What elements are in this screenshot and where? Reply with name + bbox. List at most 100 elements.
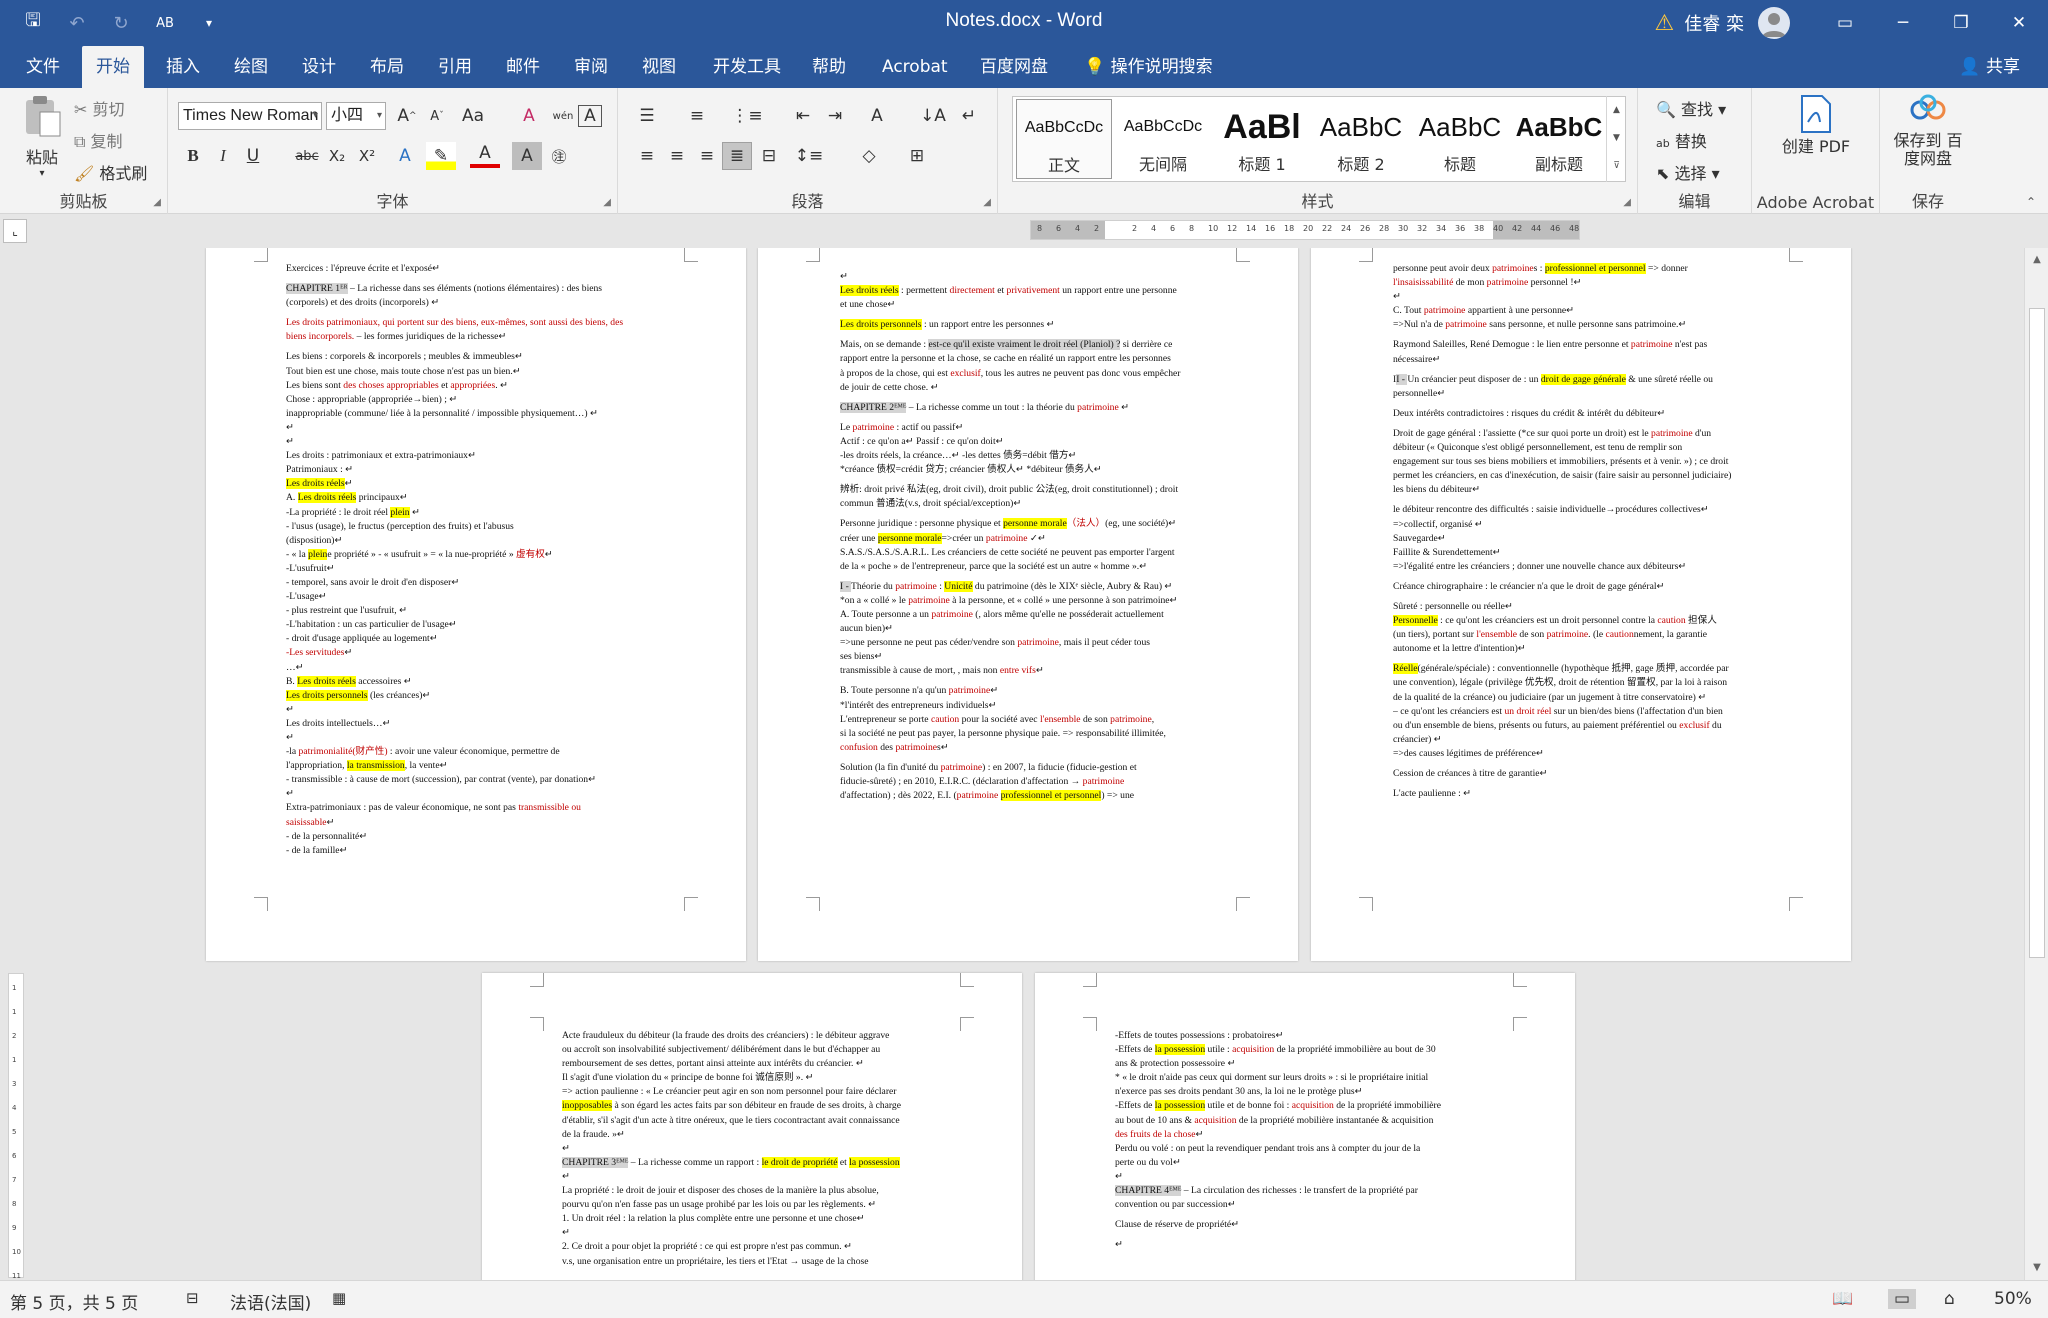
text-line[interactable]: créancier) ↵ bbox=[1393, 733, 1779, 747]
tab-mailings[interactable]: 邮件 bbox=[492, 46, 554, 88]
borders-icon[interactable]: ⊞ bbox=[902, 142, 932, 170]
language[interactable]: 法语(法国) bbox=[230, 1289, 311, 1314]
text-line[interactable]: fiducie-sûreté) ; en 2010, E.I.R.C. (déc… bbox=[840, 775, 1224, 789]
tab-draw[interactable]: 绘图 bbox=[220, 46, 282, 88]
text-line[interactable]: Cession de créances à titre de garantie↵ bbox=[1393, 767, 1779, 781]
style-normal[interactable]: AaBbCcDc 正文 bbox=[1016, 99, 1112, 179]
text-line[interactable]: des fruits de la chose↵ bbox=[1115, 1128, 1499, 1142]
show-marks-icon[interactable]: ↵ bbox=[954, 102, 984, 130]
text-line[interactable]: ↵ bbox=[562, 1226, 944, 1240]
clear-format-icon[interactable]: A bbox=[514, 102, 544, 130]
tab-design[interactable]: 设计 bbox=[288, 46, 350, 88]
character-shading-icon[interactable]: A bbox=[512, 142, 542, 170]
scroll-down-icon[interactable]: ▼ bbox=[2025, 1258, 2048, 1278]
text-line[interactable]: inappropriable (commune/ liée à la perso… bbox=[286, 407, 666, 421]
page-4[interactable]: Acte frauduleux du débiteur (la fraude d… bbox=[482, 973, 1022, 1280]
scroll-up-icon[interactable]: ▲ bbox=[2025, 250, 2048, 270]
tab-developer[interactable]: 开发工具 bbox=[699, 46, 795, 88]
user-name[interactable]: 佳睿 栾 bbox=[1684, 10, 1744, 36]
text-line[interactable]: =>des causes légitimes de préférence↵ bbox=[1393, 747, 1779, 761]
dialog-launcher-icon[interactable]: ◢ bbox=[1623, 197, 1631, 208]
text-line[interactable]: => action paulienne : « Le créancier peu… bbox=[562, 1085, 944, 1099]
style-heading-2[interactable]: AaBbC 标题 2 bbox=[1313, 99, 1409, 179]
avatar[interactable] bbox=[1758, 7, 1790, 39]
text-line[interactable]: I - Théorie du patrimoine : Unicité du p… bbox=[840, 580, 1224, 594]
text-line[interactable]: Les droits : patrimoniaux et extra-patri… bbox=[286, 449, 666, 463]
shading-icon[interactable]: ◇ bbox=[854, 142, 884, 170]
text-line[interactable]: à propos de la chose, qui est exclusif, … bbox=[840, 367, 1224, 381]
text-line[interactable]: et une chose↵ bbox=[840, 298, 1224, 312]
text-line[interactable]: (un tiers), portant sur l'ensemble de so… bbox=[1393, 628, 1779, 642]
style-subtitle[interactable]: AaBbC 副标题 bbox=[1511, 99, 1607, 179]
text-line[interactable]: Tout bien est une chose, mais toute chos… bbox=[286, 365, 666, 379]
text-line[interactable]: ↵ bbox=[286, 421, 666, 435]
text-line[interactable]: Créance chirographaire : le créancier n'… bbox=[1393, 580, 1779, 594]
text-line[interactable]: Clause de réserve de propriété↵ bbox=[1115, 1218, 1499, 1232]
text-line[interactable]: perte ou du vol↵ bbox=[1115, 1156, 1499, 1170]
text-line[interactable]: ↵ bbox=[562, 1142, 944, 1156]
strikethrough-icon[interactable]: abc bbox=[292, 142, 322, 170]
chevron-down-icon[interactable]: ▼ bbox=[1607, 124, 1626, 152]
numbering-icon[interactable]: ≡ bbox=[682, 102, 712, 130]
scroll-thumb[interactable] bbox=[2029, 308, 2045, 958]
shrink-font-icon[interactable]: Aˇ bbox=[422, 102, 452, 130]
cut-button[interactable]: ✂ 剪切 bbox=[74, 96, 125, 120]
text-line[interactable]: Sauvegarde↵ bbox=[1393, 532, 1779, 546]
text-line[interactable]: -L'usufruit↵ bbox=[286, 562, 666, 576]
text-line[interactable]: v.s, une organisation entre un propriéta… bbox=[562, 1255, 944, 1269]
font-name-combo[interactable]: Times New Roman ▾ bbox=[178, 102, 322, 130]
find-button[interactable]: 🔍 查找 ▾ bbox=[1656, 96, 1726, 120]
text-line[interactable]: Les droits patrimoniaux, qui portent sur… bbox=[286, 316, 666, 330]
tab-acrobat[interactable]: Acrobat bbox=[868, 46, 962, 88]
text-line[interactable]: CHAPITRE 2ᴱᴹᴱ – La richesse comme un tou… bbox=[840, 401, 1224, 415]
text-line[interactable]: ses biens↵ bbox=[840, 650, 1224, 664]
text-line[interactable]: * « le droit n'aide pas ceux qui dorment… bbox=[1115, 1071, 1499, 1085]
bullets-icon[interactable]: ☰ bbox=[632, 102, 662, 130]
text-line[interactable]: - « la pleine propriété » - « usufruit »… bbox=[286, 548, 666, 562]
text-line[interactable]: ↵ bbox=[286, 731, 666, 745]
text-line[interactable]: - droit d'usage appliquée au logement↵ bbox=[286, 632, 666, 646]
text-line[interactable]: permet les créanciers, en cas d'inexécut… bbox=[1393, 469, 1779, 483]
text-line[interactable]: – ce qu'ont les créanciers est un droit … bbox=[1393, 705, 1779, 719]
text-line[interactable]: Le patrimoine : actif ou passif↵ bbox=[840, 421, 1224, 435]
text-line[interactable]: convention ou par succession↵ bbox=[1115, 1198, 1499, 1212]
text-line[interactable]: de la fraude. »↵ bbox=[562, 1128, 944, 1142]
page-count[interactable]: 第 5 页，共 5 页 bbox=[10, 1289, 138, 1314]
text-line[interactable]: Les droits intellectuels…↵ bbox=[286, 717, 666, 731]
text-line[interactable]: Personnelle : ce qu'ont les créanciers e… bbox=[1393, 614, 1779, 628]
bold-icon[interactable]: B bbox=[178, 142, 208, 170]
text-line[interactable]: =>Nul n'a de patrimoine sans personne, e… bbox=[1393, 318, 1779, 332]
text-line[interactable]: ou accroît son insolvabilité subjectivem… bbox=[562, 1043, 944, 1057]
dialog-launcher-icon[interactable]: ◢ bbox=[983, 197, 991, 208]
select-button[interactable]: ⬉ 选择 ▾ bbox=[1656, 160, 1720, 184]
tab-view[interactable]: 视图 bbox=[628, 46, 690, 88]
text-line[interactable]: confusion des patrimoines↵ bbox=[840, 741, 1224, 755]
text-line[interactable]: -Effets de la possession utile : acquisi… bbox=[1115, 1043, 1499, 1057]
warning-icon[interactable]: ⚠ bbox=[1655, 11, 1675, 36]
italic-icon[interactable]: I bbox=[208, 142, 238, 170]
align-center-icon[interactable]: ≡ bbox=[662, 142, 692, 170]
text-line[interactable]: -Effets de toutes possessions : probatoi… bbox=[1115, 1029, 1499, 1043]
close-icon[interactable]: ✕ bbox=[1990, 0, 2048, 46]
text-line[interactable]: d'affectation) ; dès 2022, E.I. (patrimo… bbox=[840, 789, 1224, 803]
text-line[interactable]: débiteur (« Quiconque s'est obligé perso… bbox=[1393, 441, 1779, 455]
superscript-icon[interactable]: X² bbox=[352, 142, 382, 170]
tab-review[interactable]: 审阅 bbox=[560, 46, 622, 88]
text-line[interactable]: -Effets de la possession utile et de bon… bbox=[1115, 1099, 1499, 1113]
text-line[interactable]: L'entrepreneur se porte caution pour la … bbox=[840, 713, 1224, 727]
tab-insert[interactable]: 插入 bbox=[152, 46, 214, 88]
dialog-launcher-icon[interactable]: ◢ bbox=[153, 197, 161, 208]
subscript-icon[interactable]: X₂ bbox=[322, 142, 352, 170]
macro-icon[interactable]: ▦ bbox=[332, 1289, 346, 1307]
text-line[interactable]: - transmissible : à cause de mort (succe… bbox=[286, 773, 666, 787]
chevron-up-icon[interactable]: ▲ bbox=[1607, 96, 1626, 124]
text-line[interactable]: aucun bien)↵ bbox=[840, 622, 1224, 636]
change-case-icon[interactable]: Aa bbox=[458, 102, 488, 130]
text-line[interactable]: L'acte paulienne : ↵ bbox=[1393, 787, 1779, 801]
replace-button[interactable]: ab 替换 bbox=[1656, 128, 1707, 152]
justify-icon[interactable]: ≣ bbox=[722, 142, 752, 170]
style-no-spacing[interactable]: AaBbCcDc 无间隔 bbox=[1115, 99, 1211, 179]
page-5[interactable]: -Effets de toutes possessions : probatoi… bbox=[1035, 973, 1575, 1280]
text-line[interactable]: S.A.S./S.A.S./S.A.R.L. Les créanciers de… bbox=[840, 546, 1224, 560]
text-line[interactable]: ↵ bbox=[1115, 1170, 1499, 1184]
